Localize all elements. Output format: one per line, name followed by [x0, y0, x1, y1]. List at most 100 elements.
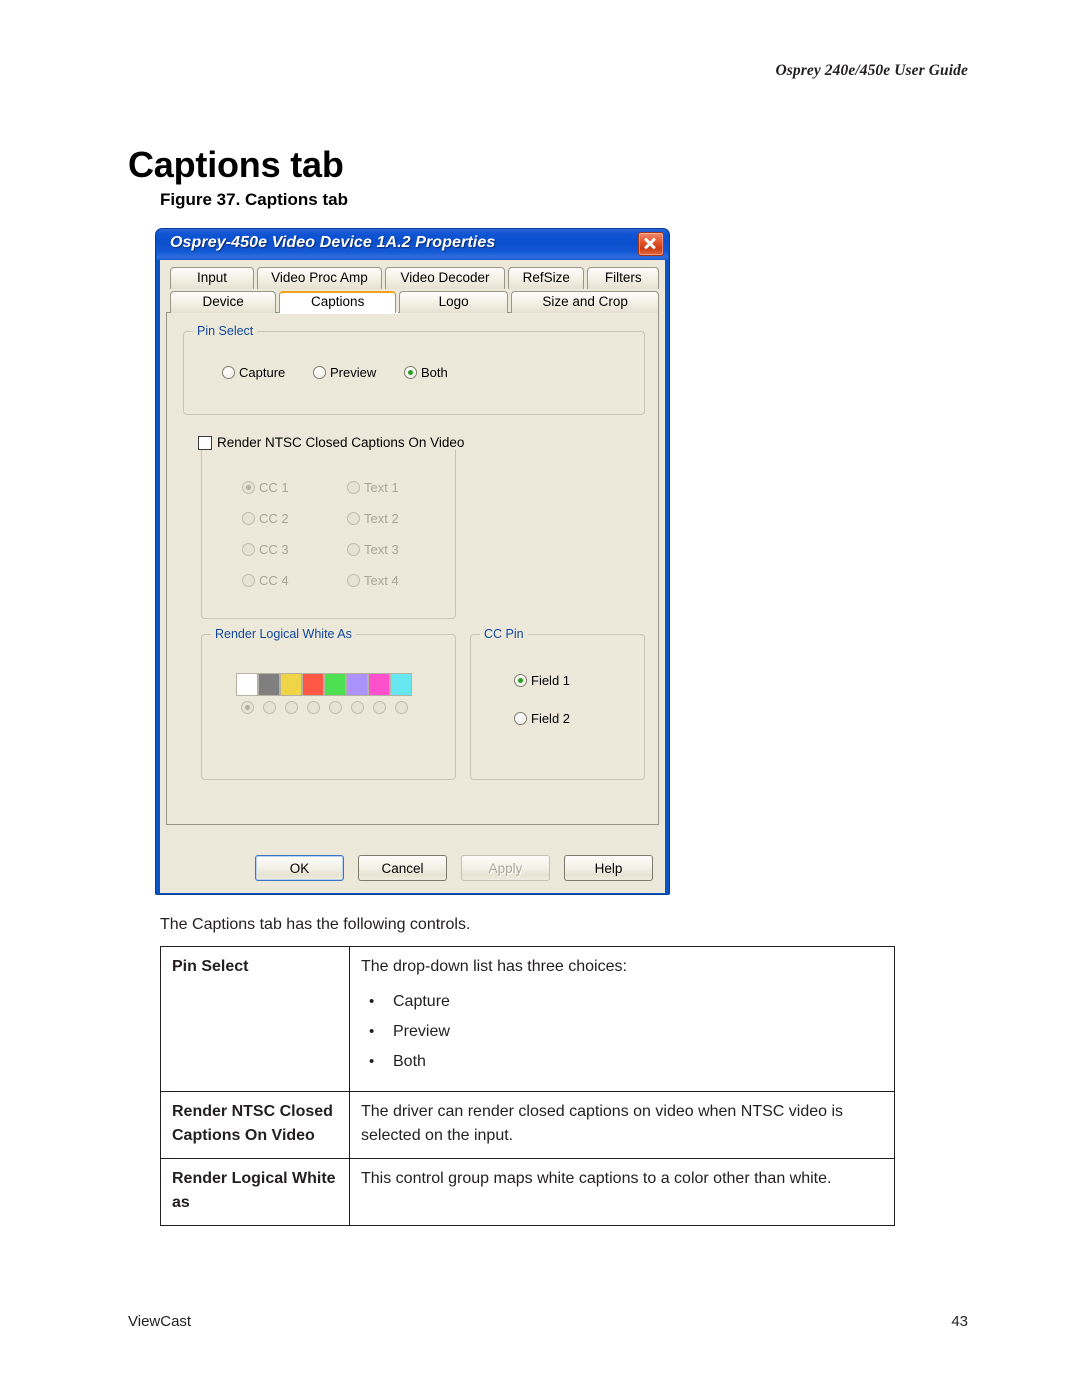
list-item: Capture	[369, 987, 883, 1017]
dialog-title: Osprey-450e Video Device 1A.2 Properties	[170, 234, 496, 251]
radio-icon[interactable]	[284, 701, 298, 714]
tab-logo[interactable]: Logo	[399, 291, 509, 313]
color-radio-white[interactable]	[236, 701, 258, 714]
color-radio-gray[interactable]	[258, 701, 280, 714]
cc-channel-option-text1[interactable]: Text 1	[347, 480, 399, 495]
dialog-body: Input Video Proc Amp Video Decoder RefSize F…	[160, 260, 665, 893]
help-button[interactable]: Help	[564, 855, 653, 881]
radio-icon[interactable]	[347, 481, 360, 494]
radio-icon[interactable]	[347, 543, 360, 556]
radio-icon[interactable]	[347, 512, 360, 525]
tab-refsize[interactable]: RefSize	[508, 267, 585, 289]
render-logical-white-group: Render Logical White As	[201, 627, 456, 780]
radio-icon[interactable]	[514, 674, 527, 687]
cc-channel-option-cc1[interactable]: CC 1	[242, 480, 289, 495]
tab-filters[interactable]: Filters	[587, 267, 659, 289]
color-radio-yellow[interactable]	[280, 701, 302, 714]
tab-captions[interactable]: Captions	[279, 291, 397, 313]
color-swatch-green[interactable]	[324, 673, 346, 696]
choice-list: CapturePreviewBoth	[361, 987, 883, 1077]
color-radio-green[interactable]	[324, 701, 346, 714]
color-swatch-cyan[interactable]	[390, 673, 412, 696]
figure-caption: Figure 37. Captions tab	[160, 190, 348, 209]
radio-icon[interactable]	[394, 701, 408, 714]
color-swatch-yellow[interactable]	[280, 673, 302, 696]
page-title: Captions tab	[128, 144, 344, 186]
footer-page-number: 43	[951, 1313, 968, 1330]
cancel-button[interactable]: Cancel	[358, 855, 447, 881]
radio-icon[interactable]	[313, 366, 326, 379]
cc-channel-option-text2[interactable]: Text 2	[347, 511, 399, 526]
color-swatch-violet[interactable]	[346, 673, 368, 696]
option-label: CC 2	[259, 511, 289, 526]
radio-icon[interactable]	[240, 701, 254, 714]
cc-channel-option-cc2[interactable]: CC 2	[242, 511, 289, 526]
option-label: Capture	[239, 365, 286, 380]
cc-pin-group: CC Pin Field 1 Field 2	[470, 627, 645, 780]
footer-company: ViewCast	[128, 1313, 192, 1330]
properties-dialog: Osprey-450e Video Device 1A.2 Properties…	[155, 228, 670, 895]
table-row: Render NTSC Closed Captions On Video The …	[160, 1091, 895, 1159]
pin-select-option-capture[interactable]: Capture	[222, 365, 285, 380]
table-row: Render Logical White as This control grou…	[160, 1158, 895, 1226]
cc-channel-group: CC Channel CC 1 CC 2 CC 3 CC 4	[201, 435, 456, 619]
checkbox-icon[interactable]	[198, 435, 212, 450]
tab-input[interactable]: Input	[170, 267, 254, 289]
cc-pin-option-field1[interactable]: Field 1	[514, 673, 570, 688]
radio-icon[interactable]	[242, 574, 255, 587]
pin-select-option-both[interactable]: Both	[404, 365, 448, 380]
pin-select-group: Pin Select Capture Preview Both	[183, 324, 645, 415]
tab-video-proc-amp[interactable]: Video Proc Amp	[256, 267, 382, 289]
color-swatch-red[interactable]	[302, 673, 324, 696]
radio-icon[interactable]	[350, 701, 364, 714]
control-description-cell: The driver can render closed captions on…	[349, 1091, 895, 1159]
cc-channel-option-text4[interactable]: Text 4	[347, 573, 399, 588]
cc-pin-option-field2[interactable]: Field 2	[514, 711, 570, 726]
close-icon[interactable]	[638, 232, 664, 256]
description-text: The drop-down list has three choices:	[361, 958, 627, 975]
option-label: Text 1	[364, 480, 399, 495]
color-radio-red[interactable]	[302, 701, 324, 714]
radio-icon[interactable]	[404, 366, 417, 379]
option-label: Text 2	[364, 511, 399, 526]
white-color-swatches	[236, 673, 412, 696]
tab-video-decoder[interactable]: Video Decoder	[384, 267, 506, 289]
color-swatch-magenta[interactable]	[368, 673, 390, 696]
tab-content-captions: Pin Select Capture Preview Both Render N…	[166, 312, 659, 825]
cc-pin-legend: CC Pin	[480, 627, 528, 641]
radio-icon[interactable]	[222, 366, 235, 379]
option-label: Text 3	[364, 542, 399, 557]
radio-icon[interactable]	[242, 543, 255, 556]
render-ntsc-checkbox-row[interactable]: Render NTSC Closed Captions On Video	[198, 435, 469, 450]
control-description-cell: The drop-down list has three choices: Cap…	[349, 946, 895, 1092]
color-radio-magenta[interactable]	[368, 701, 390, 714]
color-swatch-white[interactable]	[236, 673, 258, 696]
control-description-cell: This control group maps white captions t…	[349, 1158, 895, 1226]
option-label: Preview	[330, 365, 377, 380]
option-label: Field 2	[531, 711, 571, 726]
radio-icon[interactable]	[262, 701, 276, 714]
radio-icon[interactable]	[514, 712, 527, 725]
radio-icon[interactable]	[242, 481, 255, 494]
apply-button: Apply	[461, 855, 550, 881]
radio-icon[interactable]	[242, 512, 255, 525]
control-name-cell: Pin Select	[160, 946, 350, 1092]
pin-select-option-preview[interactable]: Preview	[313, 365, 376, 380]
render-ntsc-label: Render NTSC Closed Captions On Video	[217, 435, 465, 450]
color-radio-violet[interactable]	[346, 701, 368, 714]
option-label: Text 4	[364, 573, 399, 588]
color-swatch-gray[interactable]	[258, 673, 280, 696]
radio-icon[interactable]	[328, 701, 342, 714]
cc-channel-option-cc4[interactable]: CC 4	[242, 573, 289, 588]
radio-icon[interactable]	[347, 574, 360, 587]
list-item: Preview	[369, 1017, 883, 1047]
controls-table: Pin Select The drop-down list has three c…	[160, 946, 895, 1226]
tab-device[interactable]: Device	[170, 291, 277, 313]
radio-icon[interactable]	[306, 701, 320, 714]
color-radio-cyan[interactable]	[390, 701, 412, 714]
cc-channel-option-cc3[interactable]: CC 3	[242, 542, 289, 557]
tab-size-and-crop[interactable]: Size and Crop	[511, 291, 659, 313]
cc-channel-option-text3[interactable]: Text 3	[347, 542, 399, 557]
radio-icon[interactable]	[372, 701, 386, 714]
ok-button[interactable]: OK	[255, 855, 344, 881]
